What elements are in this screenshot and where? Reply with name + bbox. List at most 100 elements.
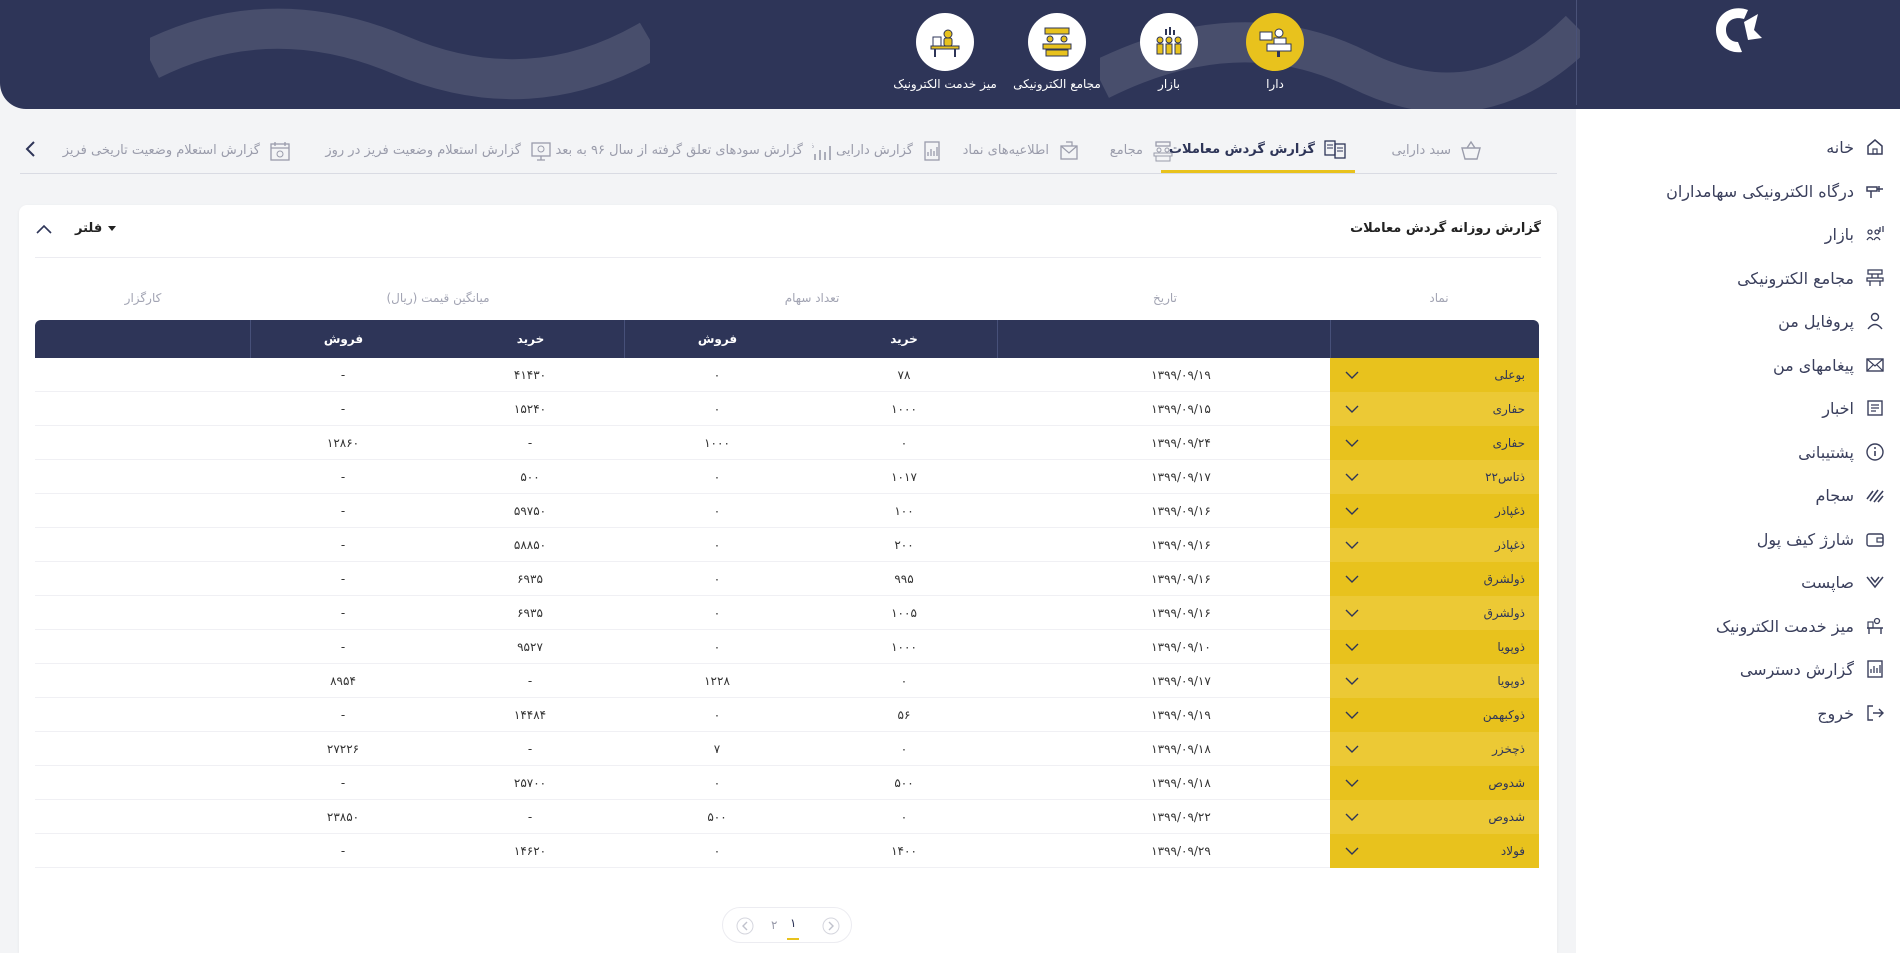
symbol-cell-toggle[interactable]: ذولشرق [1330, 596, 1539, 630]
page-number[interactable]: ۲ [771, 908, 777, 942]
symbol-cell-toggle[interactable]: ذغپاذر [1330, 494, 1539, 528]
home-icon [1864, 136, 1886, 158]
app-electronic-assemblies[interactable]: مجامع الکترونیکی [1002, 13, 1112, 91]
cell-date: ۱۳۹۹/۰۹/۱۹ [1151, 708, 1211, 722]
assembly-icon [1864, 267, 1886, 289]
cell-shares-buy: ۱۰۰۰ [891, 640, 917, 654]
symbol-cell-toggle[interactable]: ذغپاذر [1330, 528, 1539, 562]
chevron-down-icon [1345, 405, 1359, 413]
chevron-down-icon [1345, 473, 1359, 481]
next-page-icon[interactable] [735, 916, 755, 936]
report-card: گزارش روزانه گردش معاملات فلتر نماد تاری… [19, 205, 1557, 953]
app-service-desk[interactable]: میز خدمت الکترونیک [890, 13, 1000, 91]
cell-date: ۱۳۹۹/۰۹/۱۶ [1151, 538, 1211, 552]
cell-date: ۱۳۹۹/۰۹/۲۲ [1151, 810, 1211, 824]
cell-shares-sell: ۰ [713, 572, 721, 586]
sidebar-item-shareholders-gateway[interactable]: درگاه الکترونیکی سهامداران [1666, 173, 1886, 209]
symbol-cell-toggle[interactable]: فولاد [1330, 834, 1539, 868]
cell-shares-sell: ۰ [713, 776, 721, 790]
cell-price-sell: - [340, 606, 346, 620]
chevron-down-icon [1345, 439, 1359, 447]
cell-price-sell: - [340, 708, 346, 722]
sidebar-item-service-desk[interactable]: میز خدمت الکترونیک [1716, 608, 1886, 644]
cell-symbol: ذوپویا [1497, 640, 1525, 654]
cell-shares-sell: ۰ [713, 504, 721, 518]
cell-price-buy: - [527, 674, 533, 688]
wallet-icon [1864, 528, 1886, 550]
tab-assemblies[interactable]: مجامع [1110, 128, 1175, 173]
sidebar-item-label: مجامع الکترونیکی [1737, 268, 1854, 288]
previous-page-icon[interactable] [821, 916, 841, 936]
tab-label: مجامع [1109, 143, 1143, 158]
market-icon [1864, 223, 1886, 245]
sidebar-item-messages[interactable]: پیغامهای من [1773, 347, 1886, 383]
sidebar-item-access-report[interactable]: گزارش دسترسی [1740, 651, 1886, 687]
sidebar-item-market[interactable]: بازار [1825, 216, 1886, 252]
sidebar-item-sapost[interactable]: صاپست [1801, 564, 1886, 600]
basket-icon [1459, 139, 1483, 163]
symbol-cell-toggle[interactable]: ذوپویا [1330, 664, 1539, 698]
cell-date: ۱۳۹۹/۰۹/۲۹ [1151, 844, 1211, 858]
app-dara[interactable]: دارا [1220, 13, 1330, 91]
table-row: ذولشرق ۱۳۹۹/۰۹/۱۶ ۱۰۰۵ ۰ ۶۹۳۵ - [35, 596, 1539, 630]
symbol-cell-toggle[interactable]: شدوص [1330, 766, 1539, 800]
symbol-cell-toggle[interactable]: حفاری [1330, 426, 1539, 460]
table-row: حفاری ۱۳۹۹/۰۹/۱۵ ۱۰۰۰ ۰ ۱۵۲۴۰ - [35, 392, 1539, 426]
chevron-down-icon [1345, 677, 1359, 685]
table-row: ذغپاذر ۱۳۹۹/۰۹/۱۶ ۲۰۰ ۰ ۵۸۸۵۰ - [35, 528, 1539, 562]
symbol-cell-toggle[interactable]: ذوکبهمن [1330, 698, 1539, 732]
sidebar: خانه درگاه الکترونیکی سهامداران بازار مج… [1576, 109, 1900, 953]
cell-shares-buy: ۱۰۰۵ [891, 606, 917, 620]
cell-price-buy: - [527, 742, 533, 756]
symbol-cell-toggle[interactable]: ذولشرق [1330, 562, 1539, 596]
sidebar-item-assemblies[interactable]: مجامع الکترونیکی [1737, 260, 1886, 296]
tab-label: اطلاعیه‌های نماد [962, 143, 1049, 158]
symbol-cell-toggle[interactable]: حفاری [1330, 392, 1539, 426]
sidebar-item-home[interactable]: خانه [1826, 129, 1886, 165]
cell-symbol: ذچخزر [1492, 742, 1525, 756]
tab-symbol-announcements[interactable]: اطلاعیه‌های نماد [963, 128, 1081, 173]
sidebar-item-sejam[interactable]: سجام [1815, 477, 1886, 513]
tab-historical-freeze-report[interactable]: گزارش استعلام وضعیت تاریخی فریز [63, 128, 292, 173]
sidebar-item-logout[interactable]: خروج [1817, 695, 1886, 731]
market-people-icon [1156, 27, 1182, 55]
cell-shares-buy: ۹۹۵ [894, 572, 914, 586]
cell-price-buy: ۴۱۴۳۰ [513, 368, 547, 382]
symbol-cell-toggle[interactable]: ذوپویا [1330, 630, 1539, 664]
collapse-chevron-up-icon[interactable] [33, 219, 55, 241]
cell-price-sell: ۲۳۸۵۰ [326, 810, 360, 824]
tab-dividends-report[interactable]: % گزارش سودهای تعلق گرفته از سال ۹۶ به ب… [555, 128, 835, 173]
cell-shares-buy: ۱۰۰ [894, 504, 914, 518]
cell-shares-buy: ۰ [900, 810, 908, 824]
sidebar-item-wallet[interactable]: شارژ کیف پول [1757, 521, 1886, 557]
sidebar-item-profile[interactable]: پروفایل من [1778, 303, 1886, 339]
symbol-cell-toggle[interactable]: ذچخزر [1330, 732, 1539, 766]
asset-report-icon [921, 139, 945, 163]
cell-price-sell: - [340, 776, 346, 790]
table-row: ذوکبهمن ۱۳۹۹/۰۹/۱۹ ۵۶ ۰ ۱۴۴۸۴ - [35, 698, 1539, 732]
sejam-icon [1864, 484, 1886, 506]
tab-transactions-report[interactable]: گزارش گردش معاملات [1160, 128, 1355, 173]
filter-toggle[interactable]: فلتر [75, 221, 117, 236]
svg-text:%: % [812, 142, 814, 150]
cell-symbol: شدوص [1488, 810, 1525, 824]
table-row: حفاری ۱۳۹۹/۰۹/۲۴ ۰ ۱۰۰۰ - ۱۲۸۶۰ [35, 426, 1539, 460]
cell-price-sell: ۸۹۵۴ [330, 674, 356, 688]
cell-price-buy: ۶۹۳۵ [517, 572, 543, 586]
tab-daily-freeze-report[interactable]: گزارش استعلام وضعیت فریز در روز [325, 128, 553, 173]
chevron-down-icon [1345, 541, 1359, 549]
symbol-cell-toggle[interactable]: بوعلی [1330, 358, 1539, 392]
brand-logo-icon[interactable] [1708, 4, 1764, 56]
app-market[interactable]: بازار [1114, 13, 1224, 91]
tab-portfolio[interactable]: سبد دارایی [1391, 128, 1483, 173]
cell-price-buy: ۱۴۴۸۴ [513, 708, 547, 722]
symbol-cell-toggle[interactable]: ذتاس۲۲ [1330, 460, 1539, 494]
sidebar-item-support[interactable]: پشتیبانی [1798, 434, 1886, 470]
symbol-cell-toggle[interactable]: شدوص [1330, 800, 1539, 834]
cell-price-buy: - [527, 436, 533, 450]
page-number-current[interactable]: ۱ [787, 908, 800, 940]
sidebar-item-news[interactable]: اخبار [1822, 390, 1886, 426]
cell-shares-buy: ۱۰۰۰ [891, 402, 917, 416]
tab-asset-report[interactable]: گزارش دارایی [836, 128, 945, 173]
cell-shares-sell: ۰ [713, 708, 721, 722]
